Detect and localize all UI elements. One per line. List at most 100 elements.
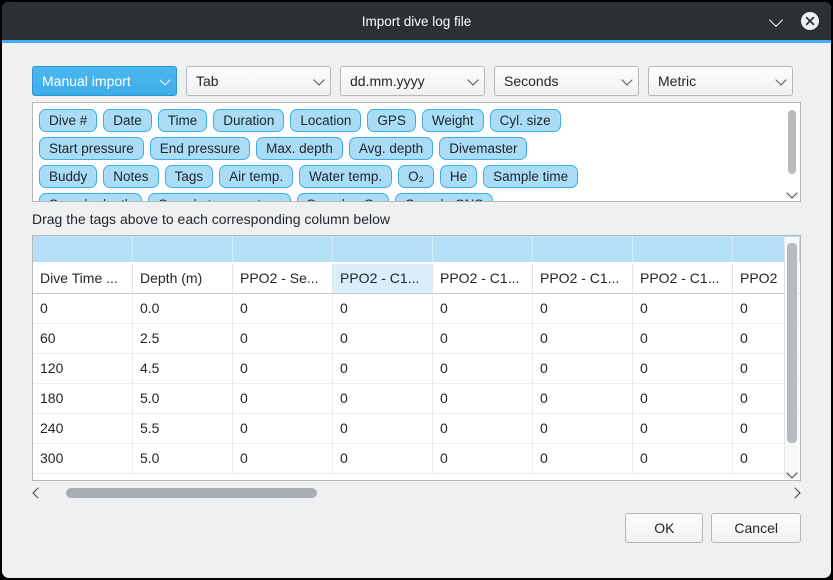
column-drop-target[interactable] [33, 236, 133, 264]
tag-he[interactable]: He [440, 165, 477, 188]
scroll-left-button[interactable] [32, 489, 44, 497]
table-cell: 0 [433, 294, 533, 324]
tag-weight[interactable]: Weight [422, 109, 484, 132]
table-cell: 0 [233, 444, 333, 474]
tag-gps[interactable]: GPS [367, 109, 416, 132]
duration-format-combo-value: Seconds [495, 73, 616, 89]
table-cell: 0 [233, 414, 333, 444]
table-row: 1204.5000000 [33, 354, 801, 384]
tag-pool-scrollbar [786, 105, 798, 199]
column-drop-target[interactable] [133, 236, 233, 264]
tag-sample-depth[interactable]: Sample depth [39, 193, 142, 202]
tag-pool-scrollbar-thumb[interactable] [788, 110, 796, 174]
table-cell: 0 [333, 384, 433, 414]
table-cell: 180 [33, 384, 133, 414]
table-cell: 0 [233, 354, 333, 384]
import-dialog-window: Import dive log file Manual import Tab dd.… [2, 2, 831, 578]
table-cell: 0 [533, 294, 633, 324]
table-body: 00.0000000602.50000001204.50000001805.00… [33, 294, 801, 474]
column-header: PPO2 - C1... [333, 264, 433, 294]
duration-format-combo[interactable]: Seconds [494, 66, 639, 96]
ok-button[interactable]: OK [625, 513, 703, 543]
units-system-combo[interactable]: Metric [648, 66, 793, 96]
tag-divemaster[interactable]: Divemaster [439, 137, 527, 160]
table-cell: 0 [533, 414, 633, 444]
table-cell: 0 [233, 384, 333, 414]
table-row: 2405.5000000 [33, 414, 801, 444]
table-scroll-down-button[interactable] [785, 472, 799, 477]
table-cell: 0 [333, 414, 433, 444]
column-drop-target[interactable] [433, 236, 533, 264]
tag-time[interactable]: Time [158, 109, 208, 132]
table-cell: 0 [533, 324, 633, 354]
tag-buddy[interactable]: Buddy [39, 165, 97, 188]
table-scrollbar-thumb[interactable] [787, 243, 797, 443]
tag-date[interactable]: Date [103, 109, 152, 132]
column-drop-row [33, 236, 801, 264]
tag-pool-scroll-down-button[interactable] [786, 192, 798, 197]
horizontal-scroll-track[interactable] [48, 488, 785, 498]
tag-sample-cns[interactable]: Sample CNS [395, 193, 493, 202]
shade-button[interactable] [765, 10, 787, 32]
table-cell: 300 [33, 444, 133, 474]
tag-avg-depth[interactable]: Avg. depth [349, 137, 433, 160]
units-system-combo-value: Metric [649, 73, 770, 89]
tag-notes[interactable]: Notes [103, 165, 158, 188]
tag-end-pressure[interactable]: End pressure [150, 137, 250, 160]
table-cell: 5.0 [133, 444, 233, 474]
tag-air-temp[interactable]: Air temp. [219, 165, 293, 188]
table-cell: 0 [633, 384, 733, 414]
table-cell: 0 [433, 384, 533, 414]
table-cell: 0 [33, 294, 133, 324]
table-scrollbar [784, 237, 799, 479]
tag-cyl-size[interactable]: Cyl. size [490, 109, 561, 132]
table-cell: 0 [333, 354, 433, 384]
drag-instruction-label: Drag the tags above to each correspondin… [32, 211, 801, 227]
table-cell: 0 [333, 294, 433, 324]
table-cell: 0 [233, 324, 333, 354]
table-cell: 4.5 [133, 354, 233, 384]
table-cell: 0 [633, 294, 733, 324]
scroll-right-button[interactable] [789, 489, 801, 497]
tag-pool: Dive # Date TimeDuration Location GPS Weight C… [33, 103, 800, 202]
import-mode-combo[interactable]: Manual import [32, 66, 177, 96]
column-drop-target[interactable] [233, 236, 333, 264]
table-row: 3005.0000000 [33, 444, 801, 474]
tag-o[interactable]: O₂ [398, 165, 434, 188]
tag-water-temp[interactable]: Water temp. [299, 165, 392, 188]
tag-start-pressure[interactable]: Start pressure [39, 137, 144, 160]
tag-sample-temperature[interactable]: Sample temperature [148, 193, 290, 202]
table-cell: 0 [333, 324, 433, 354]
column-drop-target[interactable] [333, 236, 433, 264]
format-combo-row: Manual import Tab dd.mm.yyyy Seconds Metric [32, 66, 801, 96]
table-row: 602.5000000 [33, 324, 801, 354]
tag-sample-po[interactable]: Sample pO₂ [297, 193, 390, 202]
column-drop-target[interactable] [533, 236, 633, 264]
date-format-combo[interactable]: dd.mm.yyyy [340, 66, 485, 96]
cancel-button[interactable]: Cancel [711, 513, 801, 543]
tag-dive[interactable]: Dive # [39, 109, 97, 132]
table-cell: 0 [433, 414, 533, 444]
titlebar: Import dive log file [2, 2, 831, 40]
field-separator-combo[interactable]: Tab [186, 66, 331, 96]
column-header-row: Dive Time ...Depth (m)PPO2 - Se...PPO2 -… [33, 264, 801, 294]
field-separator-combo-value: Tab [187, 73, 308, 89]
tag-duration[interactable]: Duration [213, 109, 284, 132]
table-cell: 60 [33, 324, 133, 354]
close-button[interactable] [799, 10, 821, 32]
table-cell: 0 [633, 324, 733, 354]
tag-tags[interactable]: Tags [165, 165, 214, 188]
horizontal-scroll-thumb[interactable] [66, 488, 317, 498]
tag-row: Sample depth Sample temperature Sample pO₂… [39, 193, 780, 202]
tag-sample-time[interactable]: Sample time [483, 165, 578, 188]
tag-location[interactable]: Location [290, 109, 361, 132]
table-cell: 240 [33, 414, 133, 444]
table-cell: 0 [533, 384, 633, 414]
column-header: PPO2 - C1... [433, 264, 533, 294]
table-row: 00.0000000 [33, 294, 801, 324]
column-drop-target[interactable] [633, 236, 733, 264]
table-cell: 0 [633, 354, 733, 384]
tag-max-depth[interactable]: Max. depth [256, 137, 343, 160]
table-cell: 0 [533, 354, 633, 384]
table-cell: 0 [333, 444, 433, 474]
